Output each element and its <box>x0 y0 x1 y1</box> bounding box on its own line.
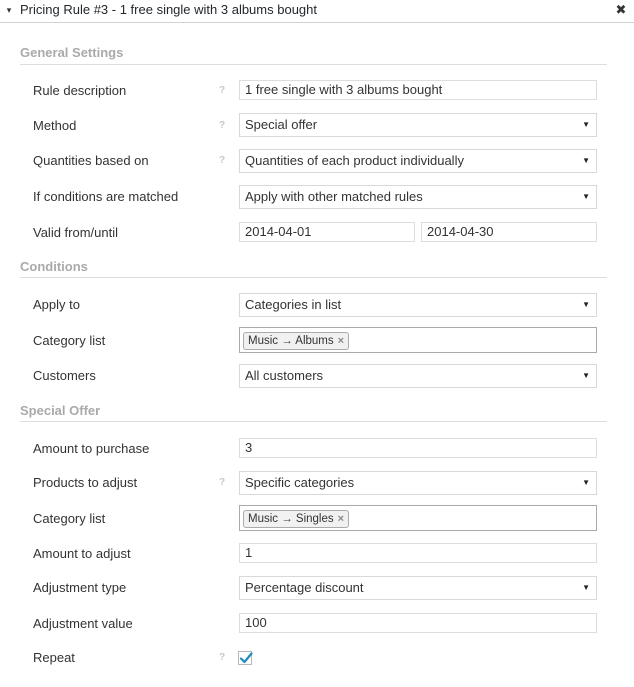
remove-chip-icon[interactable]: × <box>338 513 344 525</box>
section-title-general: General Settings <box>20 45 124 60</box>
help-icon[interactable]: ? <box>219 652 227 663</box>
category-chip-label: Music → Albums <box>248 335 334 347</box>
category-list-multiselect[interactable]: Music → Albums × <box>239 327 597 353</box>
dropdown-arrow-icon: ▼ <box>582 192 590 201</box>
apply-to-select-value: Categories in list <box>245 297 342 312</box>
section-divider <box>20 64 607 65</box>
dropdown-arrow-icon: ▼ <box>582 478 590 487</box>
customers-label: Customers <box>33 368 96 383</box>
adjustment-type-select-value: Percentage discount <box>245 580 364 595</box>
dropdown-arrow-icon: ▼ <box>582 300 590 309</box>
conditions-matched-select[interactable]: Apply with other matched rules ▼ <box>239 185 597 209</box>
products-adjust-select[interactable]: Specific categories ▼ <box>239 471 597 495</box>
quantities-select-value: Quantities of each product individually <box>245 153 464 168</box>
customers-select[interactable]: All customers ▼ <box>239 364 597 388</box>
valid-until-input[interactable]: 2014-04-30 <box>421 222 597 242</box>
category-chip-label: Music → Singles <box>248 513 334 525</box>
section-title-special-offer: Special Offer <box>20 403 101 418</box>
valid-from-input[interactable]: 2014-04-01 <box>239 222 415 242</box>
close-icon[interactable]: ✖ <box>614 2 628 18</box>
quantities-label: Quantities based on <box>33 153 149 168</box>
quantities-select[interactable]: Quantities of each product individually … <box>239 149 597 173</box>
checkmark-icon <box>239 652 253 664</box>
adjustment-type-select[interactable]: Percentage discount ▼ <box>239 576 597 600</box>
panel-title: Pricing Rule #3 - 1 free single with 3 a… <box>20 2 317 17</box>
method-select[interactable]: Special offer ▼ <box>239 113 597 137</box>
section-title-conditions: Conditions <box>20 259 88 274</box>
help-icon[interactable]: ? <box>219 120 227 131</box>
section-divider <box>20 277 607 278</box>
category-chip: Music → Albums × <box>243 332 350 350</box>
conditions-matched-select-value: Apply with other matched rules <box>245 189 423 204</box>
amount-adjust-input[interactable]: 1 <box>239 543 597 563</box>
adjustment-value-label: Adjustment value <box>33 616 133 631</box>
products-adjust-select-value: Specific categories <box>245 475 355 490</box>
remove-chip-icon[interactable]: × <box>338 335 344 347</box>
dropdown-arrow-icon: ▼ <box>582 156 590 165</box>
dropdown-arrow-icon: ▼ <box>582 583 590 592</box>
adjustment-type-label: Adjustment type <box>33 580 127 595</box>
category-list-label: Category list <box>33 333 106 348</box>
category-list-label: Category list <box>33 511 106 526</box>
adjustment-value-input[interactable]: 100 <box>239 613 597 633</box>
help-icon[interactable]: ? <box>219 155 227 166</box>
collapse-toggle-icon[interactable]: ▾ <box>4 3 14 17</box>
apply-to-select[interactable]: Categories in list ▼ <box>239 293 597 317</box>
valid-label: Valid from/until <box>33 225 119 240</box>
conditions-matched-label: If conditions are matched <box>33 189 179 204</box>
section-divider <box>20 421 607 422</box>
panel-header: ▾ Pricing Rule #3 - 1 free single with 3… <box>0 0 634 23</box>
rule-description-label: Rule description <box>33 83 127 98</box>
dropdown-arrow-icon: ▼ <box>582 371 590 380</box>
amount-adjust-label: Amount to adjust <box>33 546 131 561</box>
help-icon[interactable]: ? <box>219 85 227 96</box>
apply-to-label: Apply to <box>33 297 80 312</box>
amount-purchase-input[interactable]: 3 <box>239 438 597 458</box>
category-chip: Music → Singles × <box>243 510 350 528</box>
customers-select-value: All customers <box>245 368 324 383</box>
help-icon[interactable]: ? <box>219 477 227 488</box>
method-label: Method <box>33 118 77 133</box>
amount-purchase-label: Amount to purchase <box>33 441 150 456</box>
repeat-checkbox[interactable] <box>238 651 253 665</box>
repeat-label: Repeat <box>33 650 75 665</box>
category-list-multiselect[interactable]: Music → Singles × <box>239 505 597 531</box>
products-adjust-label: Products to adjust <box>33 475 138 490</box>
method-select-value: Special offer <box>245 117 318 132</box>
rule-description-input[interactable]: 1 free single with 3 albums bought <box>239 80 597 100</box>
dropdown-arrow-icon: ▼ <box>582 120 590 129</box>
